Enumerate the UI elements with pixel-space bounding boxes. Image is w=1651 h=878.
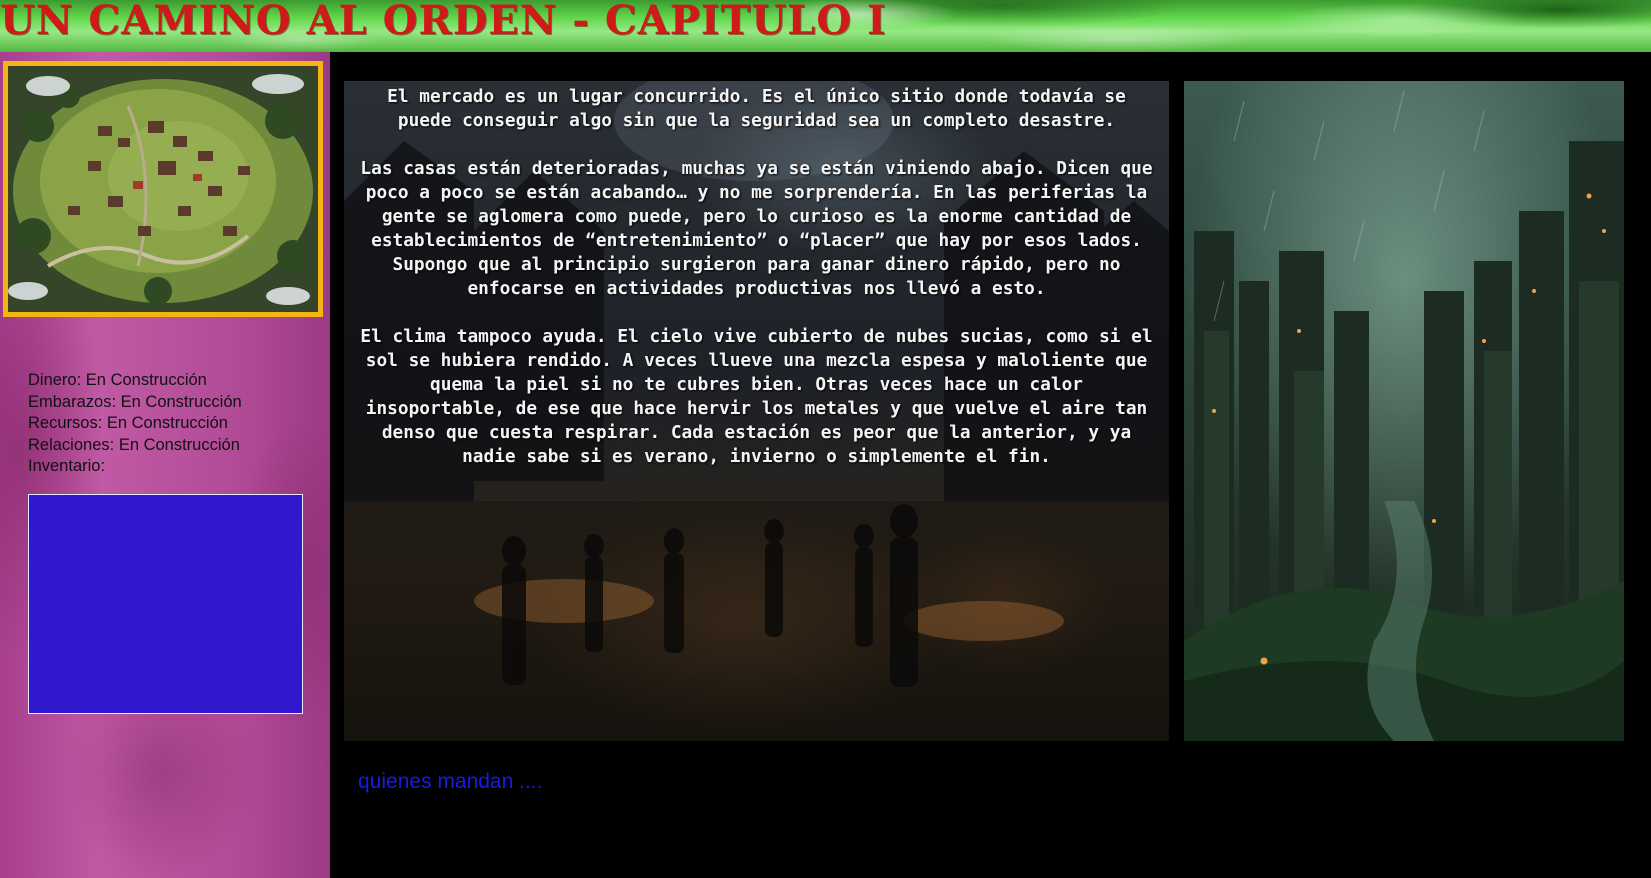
stat-label: Relaciones: xyxy=(28,435,115,454)
rainy-city-illustration xyxy=(1184,81,1624,741)
stat-pregnancies: Embarazos: En Construcción xyxy=(28,392,318,414)
story-paragraph: El clima tampoco ayuda. El cielo vive cu… xyxy=(360,326,1153,467)
stat-value: En Construcción xyxy=(106,414,228,432)
player-stats: Dinero: En Construcción Embarazos: En Co… xyxy=(28,370,318,478)
header-banner: UN CAMINO AL ORDEN - CAPITULO I xyxy=(0,0,1651,52)
stat-label: Embarazos: xyxy=(28,392,117,411)
stat-money: Dinero: En Construcción xyxy=(28,370,318,392)
stat-label: Recursos: xyxy=(28,414,103,432)
stat-value: En Construcción xyxy=(85,371,207,389)
sidebar: Dinero: En Construcción Embarazos: En Co… xyxy=(0,52,330,878)
stat-label: Dinero: xyxy=(28,371,82,389)
continue-story-link[interactable]: quienes mandan .... xyxy=(358,770,542,794)
town-map-image[interactable] xyxy=(3,61,323,317)
stat-resources: Recursos: En Construcción xyxy=(28,413,318,435)
story-panel: El mercado es un lugar concurrido. Es el… xyxy=(344,81,1169,741)
stat-value: En Construcción xyxy=(118,435,240,454)
stat-relations: Relaciones: En Construcción xyxy=(28,435,318,457)
story-paragraph: Las casas están deterioradas, muchas ya … xyxy=(360,158,1153,299)
inventory-box[interactable] xyxy=(28,494,303,714)
city-image xyxy=(1184,81,1624,741)
story-text: El mercado es un lugar concurrido. Es el… xyxy=(358,85,1155,493)
stat-value: En Construcción xyxy=(120,392,242,411)
page-title: UN CAMINO AL ORDEN - CAPITULO I xyxy=(0,0,887,44)
story-paragraph: El mercado es un lugar concurrido. Es el… xyxy=(387,86,1126,131)
inventory-label: Inventario: xyxy=(28,457,106,475)
town-map-illustration xyxy=(8,66,318,312)
